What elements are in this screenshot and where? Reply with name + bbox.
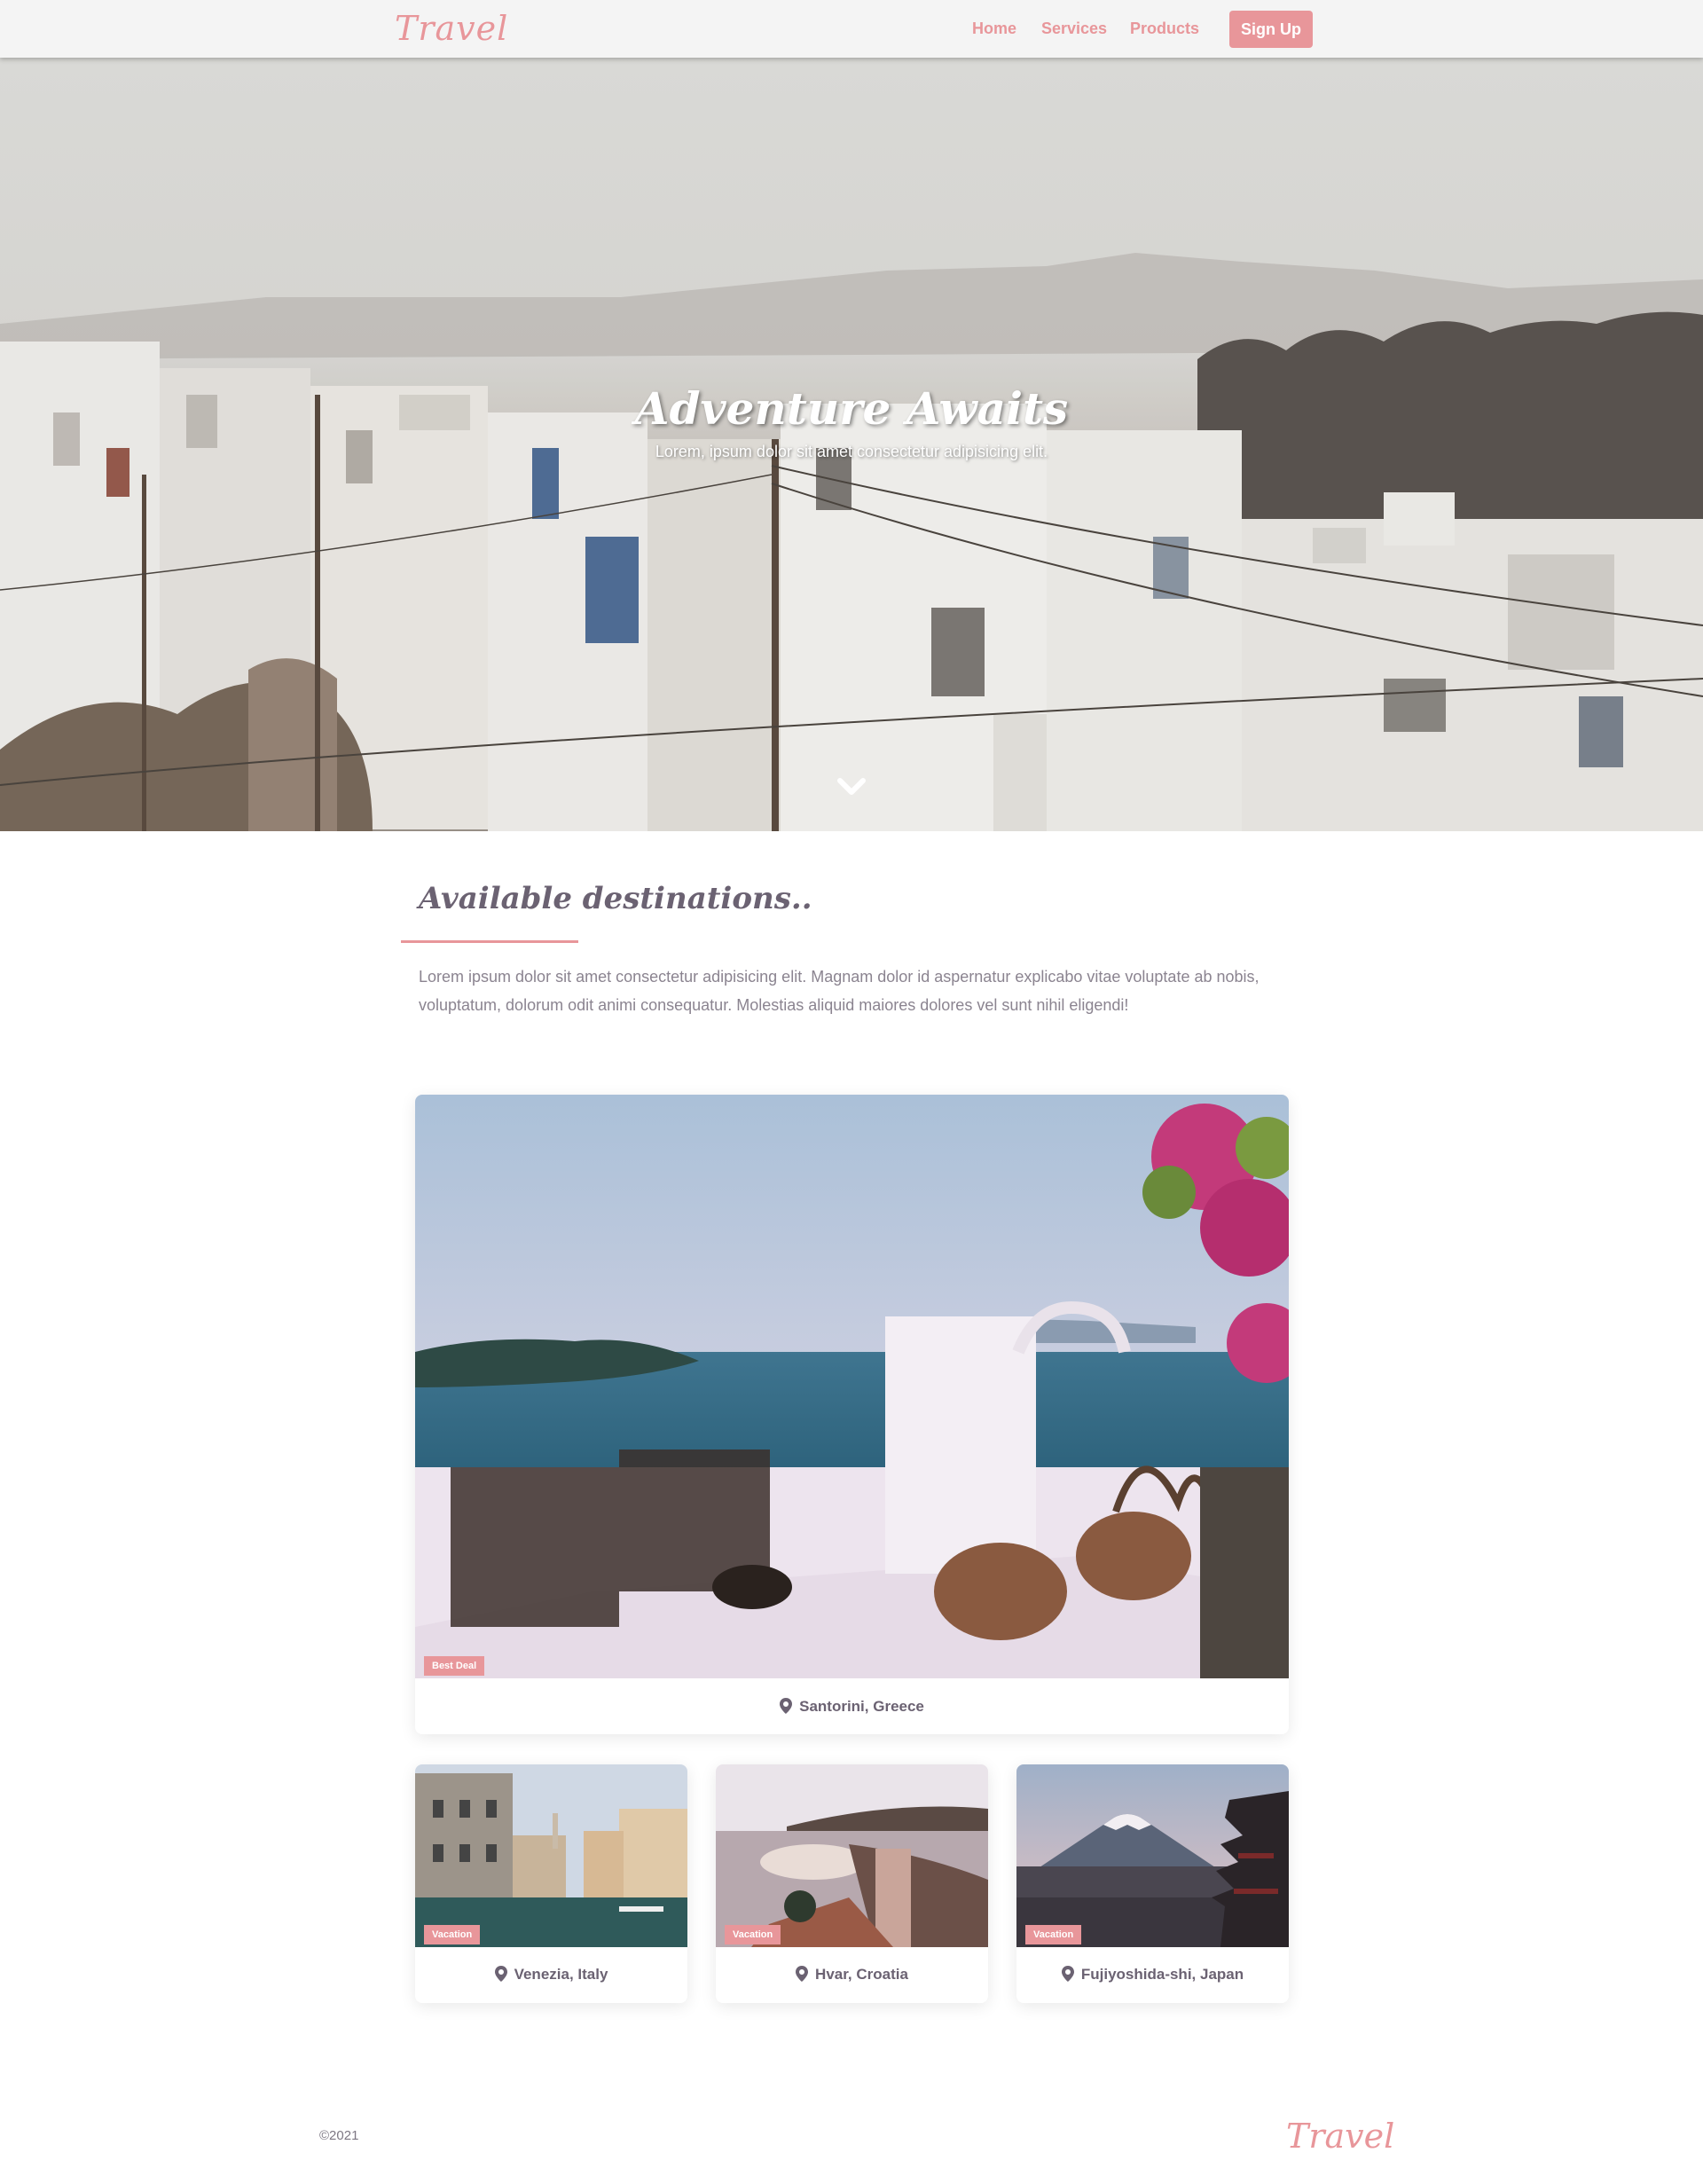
footer-logo[interactable]: Travel — [1286, 2117, 1394, 2156]
destination-card-fujiyoshida[interactable]: Vacation Fujiyoshida-shi, Japan — [1016, 1764, 1289, 2003]
fujiyoshida-image — [1016, 1764, 1289, 1947]
location-label: Fujiyoshida-shi, Japan — [1016, 1966, 1289, 1984]
vacation-badge: Vacation — [725, 1925, 781, 1944]
section-description: Lorem ipsum dolor sit amet consectetur a… — [419, 968, 1260, 1014]
section-underline — [401, 940, 578, 943]
location-label: Hvar, Croatia — [716, 1966, 988, 1984]
featured-destination-card[interactable]: Best Deal Santorini, Greece — [415, 1095, 1289, 1734]
map-pin-icon — [1061, 1966, 1074, 1982]
location-name: Hvar, Croatia — [815, 1966, 908, 1983]
navbar: Travel Home Services Products Sign Up — [0, 0, 1703, 58]
destination-card-hvar[interactable]: Vacation Hvar, Croatia — [716, 1764, 988, 2003]
hero-title: Adventure Awaits — [634, 382, 1069, 435]
location-label: Venezia, Italy — [415, 1966, 687, 1984]
destination-card-venezia[interactable]: Vacation Venezia, Italy — [415, 1764, 687, 2003]
chevron-down-icon[interactable] — [837, 776, 866, 797]
deal-badge: Best Deal — [424, 1656, 485, 1676]
santorini-image — [415, 1095, 1289, 1678]
location-label: Santorini, Greece — [415, 1698, 1289, 1716]
nav-home-link[interactable]: Home — [972, 20, 1016, 38]
venezia-image — [415, 1764, 687, 1947]
nav-services-link[interactable]: Services — [1041, 20, 1107, 38]
location-name: Fujiyoshida-shi, Japan — [1080, 1966, 1244, 1983]
vacation-badge: Vacation — [424, 1925, 481, 1944]
copyright: ©2021 — [319, 2128, 359, 2143]
vacation-badge: Vacation — [1025, 1925, 1082, 1944]
hero-banner: Adventure Awaits Lorem, ipsum dolor sit … — [0, 58, 1703, 831]
map-pin-icon — [780, 1698, 793, 1714]
section-title: Available destinations.. — [419, 881, 812, 916]
signup-button[interactable]: Sign Up — [1229, 11, 1313, 48]
location-name: Venezia, Italy — [514, 1966, 608, 1983]
logo[interactable]: Travel — [395, 9, 508, 48]
hvar-image — [716, 1764, 988, 1947]
map-pin-icon — [796, 1966, 809, 1982]
nav-products-link[interactable]: Products — [1130, 20, 1199, 38]
hero-subtitle: Lorem, ipsum dolor sit amet consectetur … — [655, 443, 1048, 460]
map-pin-icon — [494, 1966, 507, 1982]
location-name: Santorini, Greece — [799, 1698, 924, 1715]
